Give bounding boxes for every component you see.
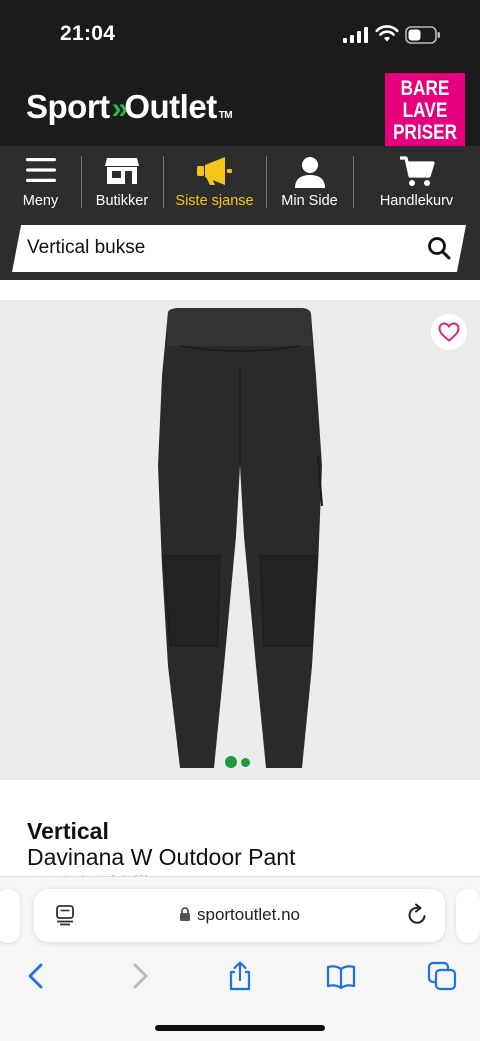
status-bar: 21:04: [0, 0, 480, 72]
browser-toolbar: [0, 955, 480, 1003]
menu-icon: [25, 158, 56, 182]
content-top-edge: [0, 280, 480, 300]
status-time: 21:04: [60, 22, 116, 45]
carousel-dot[interactable]: [241, 757, 250, 767]
badge-line-3: PRISER: [392, 121, 458, 144]
nav-label-meny: Meny: [22, 193, 59, 209]
store-icon: [105, 158, 139, 184]
cart-icon: [399, 156, 435, 186]
nav-label-handlekurv: Handlekurv: [379, 193, 454, 209]
heart-icon: [438, 322, 460, 342]
logo-word-outlet: Outlet: [124, 88, 217, 125]
search-input[interactable]: Vertical bukse: [12, 225, 466, 272]
search-icon[interactable]: [427, 236, 451, 260]
url-text: sportoutlet.no: [196, 905, 300, 924]
share-icon[interactable]: [225, 961, 255, 991]
product-brand: Vertical: [27, 818, 109, 844]
carousel-dots: [225, 756, 250, 768]
battery-icon: [405, 26, 440, 44]
lock-icon: [179, 907, 190, 921]
browser-bottom-bar: sportoutlet.no: [0, 876, 480, 1041]
carousel-dot-active[interactable]: [225, 756, 237, 768]
logo-trademark: TM: [218, 110, 233, 121]
address-bar[interactable]: sportoutlet.no: [34, 889, 445, 942]
nav-item-siste-sjanse[interactable]: Siste sjanse: [163, 146, 266, 218]
bookmarks-icon[interactable]: [326, 961, 356, 991]
main-nav: Meny Butikker Siste sjanse Min Side Hand…: [0, 146, 480, 218]
nav-label-siste-sjanse: Siste sjanse: [175, 193, 254, 209]
reload-icon[interactable]: [405, 903, 429, 927]
tabs-icon[interactable]: [427, 961, 457, 991]
sportoutlet-logo[interactable]: Sport » Outlet TM: [26, 88, 233, 128]
search-input-value: Vertical bukse: [27, 237, 146, 258]
logo-arrows: »: [111, 92, 129, 125]
nav-item-butikker[interactable]: Butikker: [81, 146, 163, 218]
logo-word-sport: Sport: [26, 88, 110, 125]
product-image-carousel[interactable]: [0, 300, 480, 780]
user-icon: [294, 157, 325, 188]
badge-line-1: BARE: [400, 77, 450, 100]
search-bar-container: Vertical bukse: [0, 218, 480, 280]
nav-label-min-side: Min Side: [281, 193, 338, 209]
nav-item-meny[interactable]: Meny: [0, 146, 81, 218]
wifi-icon: [375, 25, 399, 42]
product-image: [158, 308, 323, 768]
megaphone-icon: [196, 157, 232, 185]
product-info: Vertical Davinana W Outdoor Pant ★ ★ ☆ ☆…: [0, 780, 480, 880]
cellular-signal-icon: [343, 27, 368, 43]
nav-item-min-side[interactable]: Min Side: [266, 146, 353, 218]
address-bar-url: sportoutlet.no: [34, 905, 445, 925]
product-title: Davinana W Outdoor Pant: [27, 844, 296, 870]
back-icon[interactable]: [22, 961, 52, 991]
next-tab-card[interactable]: [456, 889, 480, 943]
nav-label-butikker: Butikker: [95, 193, 149, 209]
forward-icon[interactable]: [124, 961, 154, 991]
bare-lave-priser-badge: BARE LAVE PRISER: [385, 73, 465, 151]
site-header: Sport » Outlet TM BARE LAVE PRISER: [0, 72, 480, 151]
previous-tab-card[interactable]: [0, 889, 20, 943]
home-indicator[interactable]: [155, 1025, 325, 1031]
badge-line-2: LAVE: [402, 99, 448, 122]
favorite-button[interactable]: [431, 314, 467, 350]
nav-item-handlekurv[interactable]: Handlekurv: [353, 146, 480, 218]
